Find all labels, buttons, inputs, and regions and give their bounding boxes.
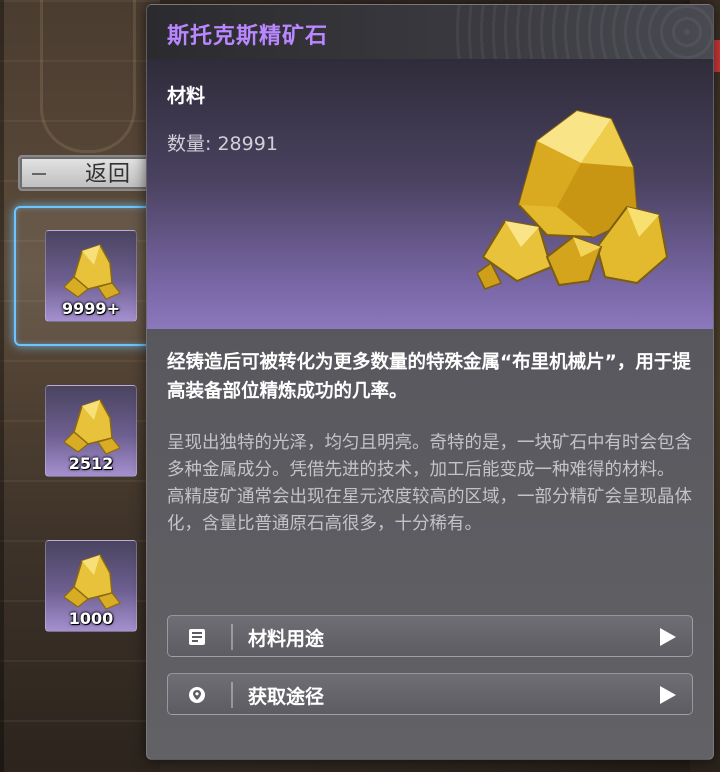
material-usage-label: 材料用途 [248, 628, 325, 650]
acquisition-source-button[interactable]: 获取途径 [167, 673, 693, 715]
item-name: 斯托克斯精矿石 [167, 24, 329, 49]
item-lore-paragraph-2: 高精度矿通常会出现在星元浓度较高的区域，一部分精矿会呈现晶体化，含量比普通原石高… [167, 487, 692, 534]
item-description: 经铸造后可被转化为更多数量的特殊金属“布里机械片”，用于提高装备部位精炼成功的几… [167, 352, 691, 402]
item-lore: 呈现出独特的光泽，均匀且明亮。奇特的是，一块矿石中有时会包含多种金属成分。凭借先… [167, 430, 697, 538]
list-icon [189, 629, 205, 645]
back-button[interactable]: 返回 [18, 155, 158, 191]
gold-ore-icon [63, 399, 121, 455]
button-divider [231, 624, 233, 650]
back-button-label: 返回 [84, 162, 131, 187]
gold-ore-icon [63, 244, 121, 300]
item-count: 9999+ [62, 299, 120, 318]
material-usage-button[interactable]: 材料用途 [167, 615, 693, 657]
item-detail-panel: 斯托克斯精矿石 材料 数量: 28991 经铸造后可被转化为更多数量的特殊金属“… [146, 4, 714, 760]
chevron-right-icon [660, 686, 676, 704]
item-count: 2512 [68, 454, 114, 473]
inventory-slot-1[interactable]: 9999+ [45, 230, 137, 322]
quantity-label: 数量 [167, 133, 206, 155]
item-lore-paragraph-1: 呈现出独特的光泽，均匀且明亮。奇特的是，一块矿石中有时会包含多种金属成分。凭借先… [167, 433, 692, 480]
item-type: 材料 [167, 85, 206, 107]
button-divider [231, 682, 233, 708]
acquisition-source-label: 获取途径 [248, 686, 325, 708]
item-quantity: 数量: 28991 [167, 133, 278, 155]
inventory-slot-3[interactable]: 1000 [45, 540, 137, 632]
inventory-slot-2[interactable]: 2512 [45, 385, 137, 477]
gold-ore-icon [63, 554, 121, 610]
gold-ore-image [477, 109, 669, 290]
item-count: 1000 [68, 609, 114, 628]
location-pin-icon [189, 687, 205, 703]
quantity-value: 28991 [217, 133, 278, 155]
chevron-right-icon [660, 628, 676, 646]
